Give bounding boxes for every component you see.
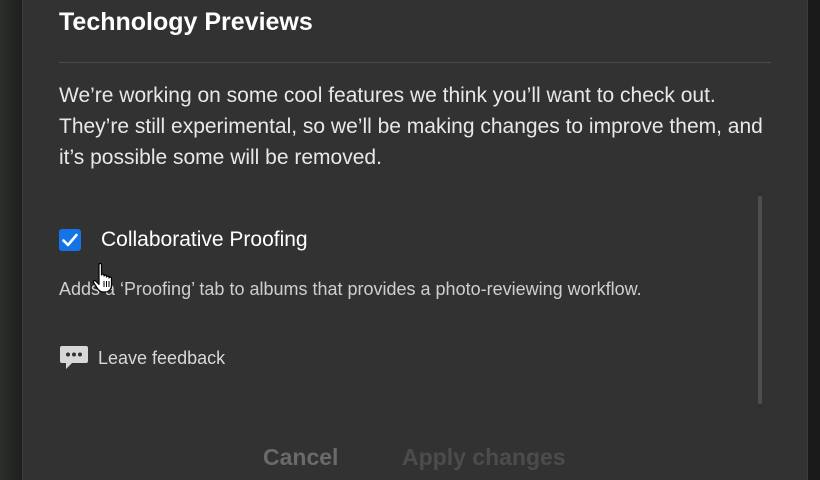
chat-bubble-icon	[60, 346, 88, 369]
feedback-label: Leave feedback	[98, 347, 226, 368]
feature-description: Adds a ‘Proofing’ tab to albums that pro…	[59, 279, 642, 299]
title-divider	[59, 62, 771, 63]
technology-previews-dialog: Technology Previews We’re working on som…	[22, 0, 808, 480]
feature-name: Collaborative Proofing	[101, 228, 308, 251]
dialog-title: Technology Previews	[59, 8, 313, 36]
feature-list[interactable]: Collaborative Proofing Adds a ‘Proofing’…	[59, 210, 759, 400]
scrollbar[interactable]	[758, 196, 762, 404]
apply-changes-button[interactable]: Apply changes	[402, 444, 566, 471]
checkmark-icon	[62, 233, 78, 247]
feature-checkbox[interactable]	[59, 229, 81, 251]
cancel-button[interactable]: Cancel	[263, 444, 338, 471]
leave-feedback-link[interactable]: Leave feedback	[59, 344, 225, 372]
app-backdrop-right	[806, 0, 820, 480]
app-backdrop	[0, 0, 22, 480]
dialog-description: We’re working on some cool features we t…	[59, 84, 763, 169]
feature-toggle-collaborative-proofing[interactable]: Collaborative Proofing	[59, 228, 308, 252]
